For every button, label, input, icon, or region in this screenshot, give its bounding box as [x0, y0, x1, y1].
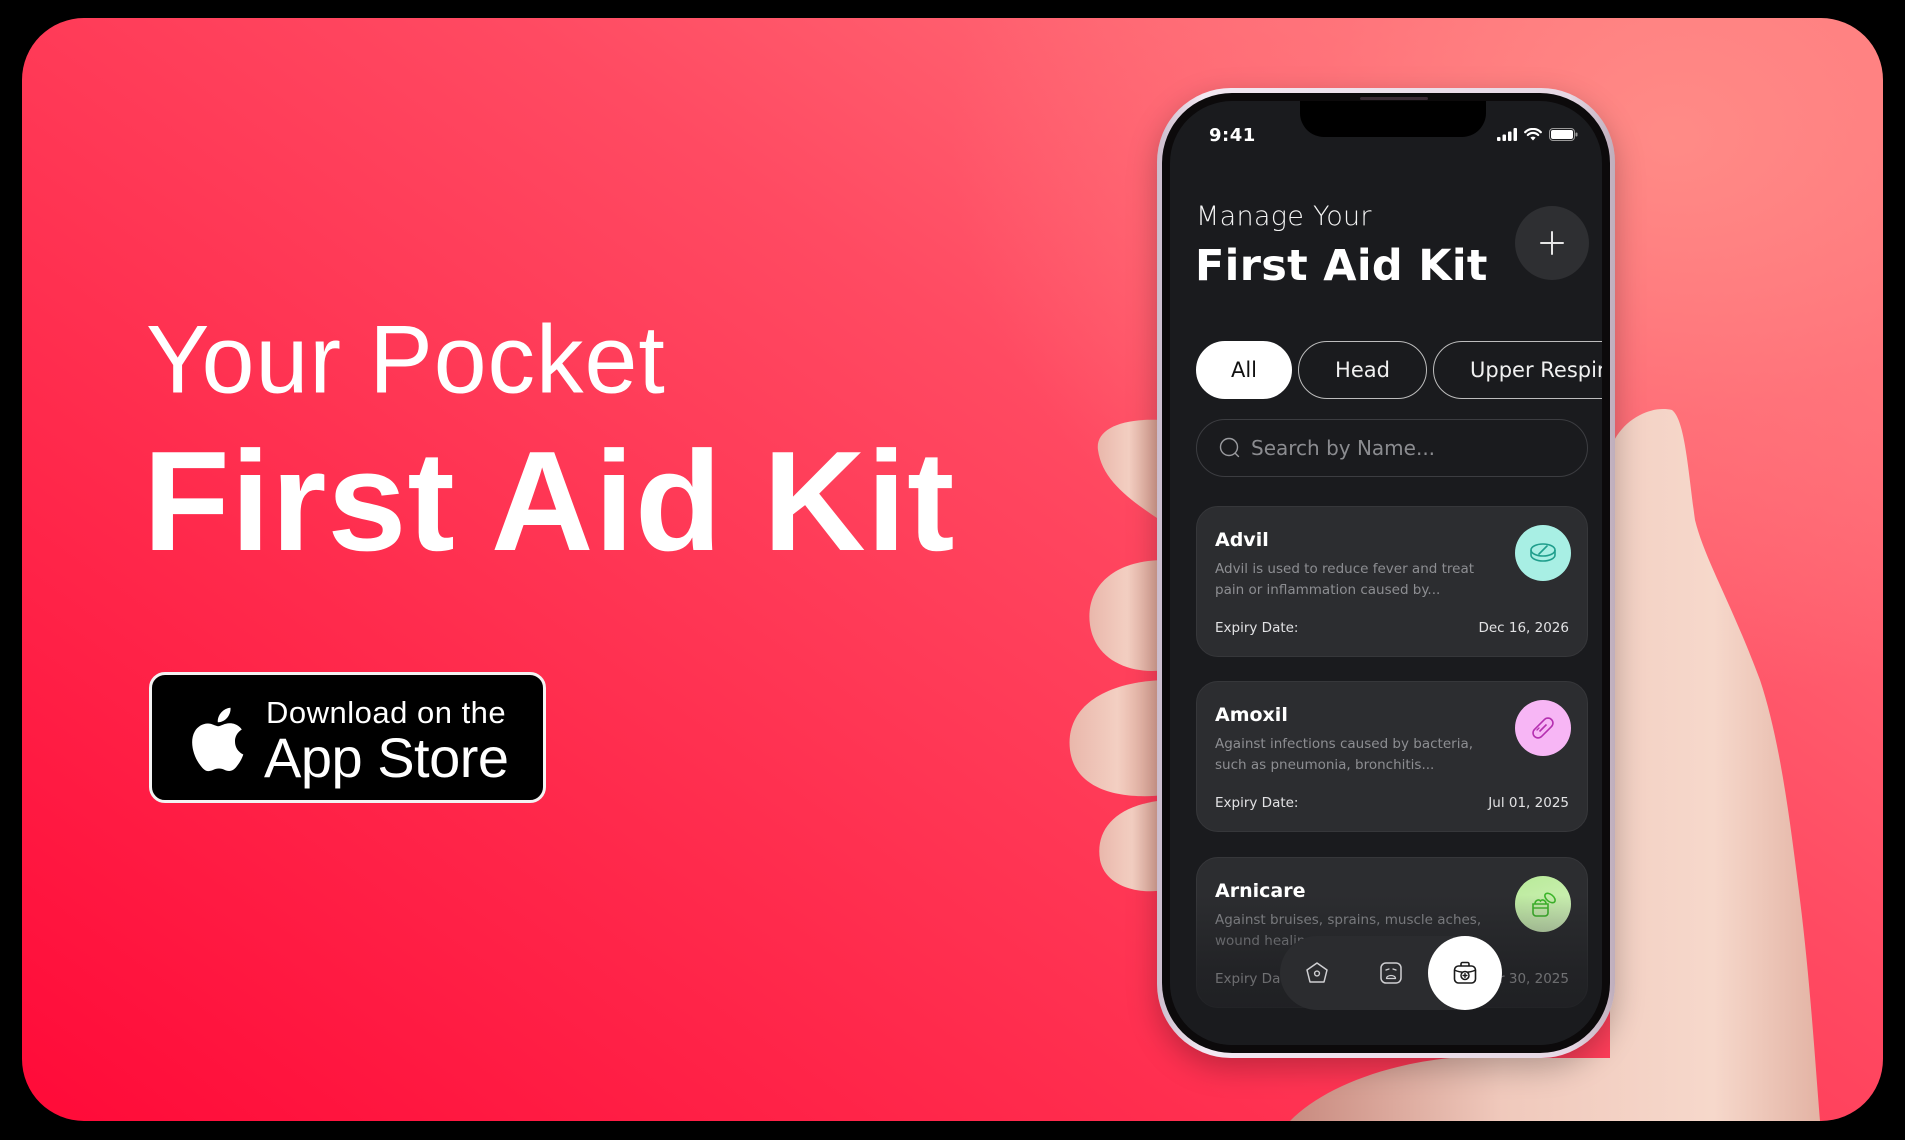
phone-mockup: 9:41 Manage Your First Aid Kit All Head …	[1157, 88, 1615, 1058]
add-medicine-button[interactable]	[1515, 206, 1589, 280]
expiry-label: Expiry Date:	[1215, 795, 1299, 811]
signal-icon	[1497, 128, 1517, 141]
home-icon	[1306, 962, 1328, 983]
ointment-jar-icon	[1532, 892, 1556, 917]
filter-chip-upper-respiratory[interactable]: Upper Respiratory	[1433, 341, 1602, 399]
expiry-date: Jul 01, 2025	[1488, 795, 1569, 811]
first-aid-kit-icon	[1453, 961, 1477, 984]
status-icons	[1497, 128, 1578, 141]
capsule-icon	[1532, 717, 1554, 739]
header-subtitle: Manage Your	[1196, 201, 1372, 232]
tablet-icon	[1530, 543, 1556, 562]
search-field[interactable]	[1196, 419, 1588, 477]
battery-icon	[1549, 128, 1578, 141]
status-time: 9:41	[1209, 125, 1256, 146]
plus-icon	[1540, 231, 1564, 255]
wifi-icon	[1524, 128, 1542, 141]
filter-chip-head[interactable]: Head	[1298, 341, 1427, 399]
app-store-line2: App Store	[264, 726, 509, 789]
search-icon	[1219, 437, 1240, 458]
medicine-icon-badge	[1515, 876, 1571, 932]
medicine-description: Advil is used to reduce fever and treat …	[1215, 561, 1475, 598]
nav-symptoms[interactable]	[1354, 936, 1428, 1010]
expiry-label: Expiry Date:	[1215, 620, 1299, 636]
app-store-button[interactable]: Download on the App Store	[149, 672, 546, 803]
nav-home[interactable]	[1280, 936, 1354, 1010]
header-title: First Aid Kit	[1195, 241, 1488, 291]
phone-speaker	[1360, 97, 1428, 100]
expiry-date: Dec 16, 2026	[1478, 620, 1569, 636]
medicine-icon-badge	[1515, 525, 1571, 581]
search-input[interactable]	[1251, 436, 1571, 460]
hero-subtitle: Your Pocket	[146, 305, 666, 415]
sad-face-icon	[1380, 962, 1402, 984]
nav-first-aid-kit[interactable]	[1428, 936, 1502, 1010]
medicine-icon-badge	[1515, 700, 1571, 756]
medicine-card-advil[interactable]: Advil Advil is used to reduce fever and …	[1196, 506, 1588, 657]
hero-title: First Aid Kit	[143, 422, 956, 581]
medicine-name: Amoxil	[1215, 704, 1288, 726]
bottom-navigation	[1280, 936, 1502, 1010]
medicine-name: Arnicare	[1215, 880, 1306, 902]
filter-chip-all[interactable]: All	[1196, 341, 1292, 399]
phone-notch	[1300, 101, 1486, 137]
medicine-description: Against infections caused by bacteria, s…	[1215, 736, 1474, 773]
category-filters: All Head Upper Respiratory	[1196, 341, 1602, 399]
medicine-name: Advil	[1215, 529, 1269, 551]
phone-screen: 9:41 Manage Your First Aid Kit All Head …	[1170, 101, 1602, 1045]
apple-logo-icon	[192, 707, 244, 772]
medicine-card-amoxil[interactable]: Amoxil Against infections caused by bact…	[1196, 681, 1588, 832]
